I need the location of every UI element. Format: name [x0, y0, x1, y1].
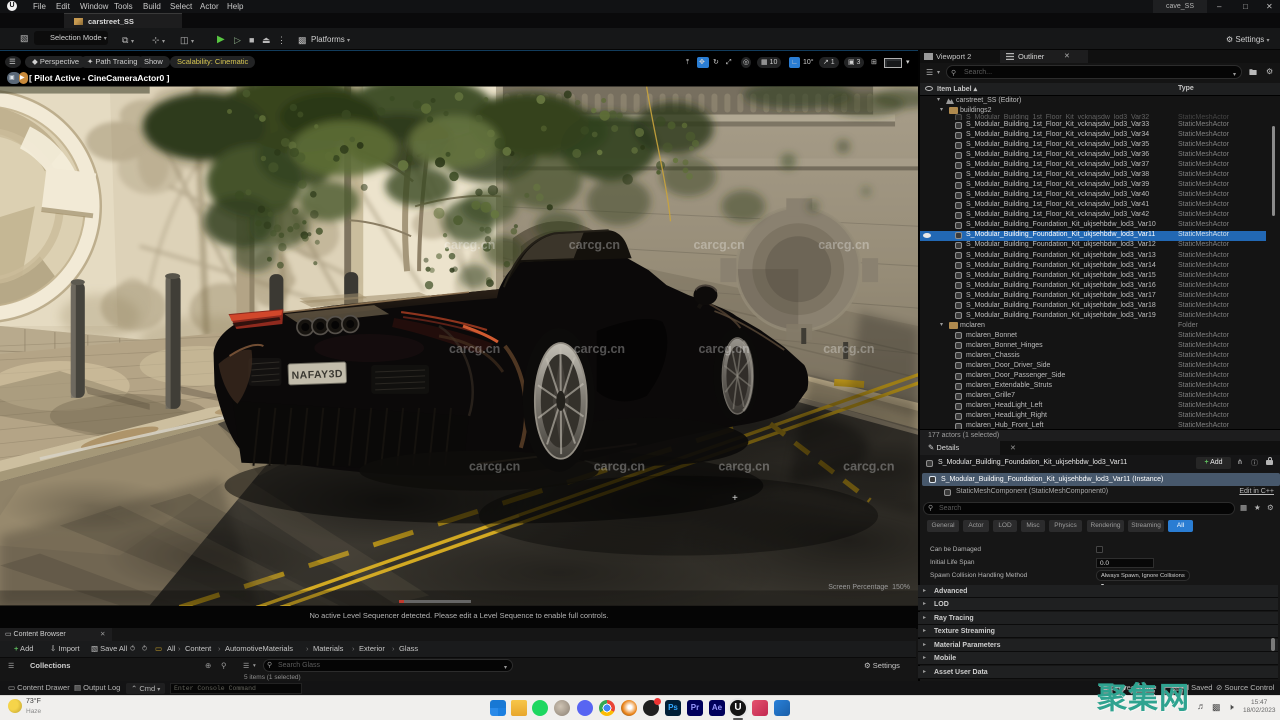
svg-text:carcg.cn: carcg.cn	[693, 238, 744, 252]
svg-text:carcg.cn: carcg.cn	[574, 342, 625, 356]
svg-text:carcg.cn: carcg.cn	[569, 238, 620, 252]
svg-text:carcg.cn: carcg.cn	[469, 460, 520, 474]
svg-text:carcg.cn: carcg.cn	[444, 238, 495, 252]
svg-text:carcg.cn: carcg.cn	[823, 342, 874, 356]
svg-text:carcg.cn: carcg.cn	[594, 460, 645, 474]
svg-text:carcg.cn: carcg.cn	[718, 460, 769, 474]
svg-text:carcg.cn: carcg.cn	[698, 342, 749, 356]
svg-text:carcg.cn: carcg.cn	[449, 342, 500, 356]
svg-text:carcg.cn: carcg.cn	[843, 460, 894, 474]
svg-text:NAFAY3D: NAFAY3D	[291, 369, 343, 382]
svg-text:carcg.cn: carcg.cn	[818, 238, 869, 252]
